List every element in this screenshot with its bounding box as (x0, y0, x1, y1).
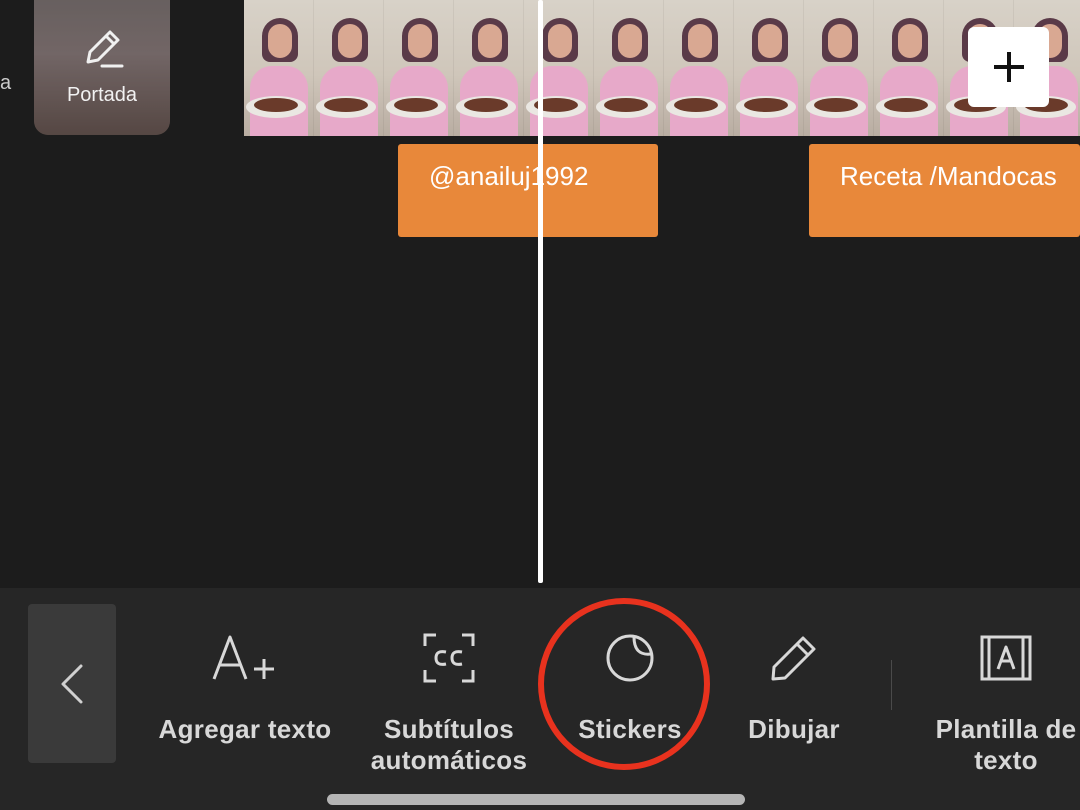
text-template-label-line2: texto (974, 745, 1038, 775)
pencil-line-icon (86, 30, 124, 68)
draw-label: Dibujar (748, 714, 840, 744)
add-clip-button[interactable] (968, 27, 1049, 107)
pencil-icon (771, 636, 816, 681)
video-frame-thumbnail (524, 0, 594, 136)
home-indicator (327, 794, 745, 805)
text-template-tool[interactable]: Plantilla de texto (906, 628, 1080, 776)
text-clip-label: @anailuj1992 (429, 161, 589, 191)
video-frame-thumbnail (664, 0, 734, 136)
auto-captions-label-line2: automáticos (370, 745, 528, 775)
cover-thumbnail[interactable]: Portada (34, 0, 170, 135)
video-film-strip[interactable] (244, 0, 1080, 136)
auto-captions-label-line1: Subtítulos (383, 714, 515, 744)
closed-captions-icon (423, 633, 475, 683)
playhead[interactable] (538, 0, 543, 583)
add-text-label: Agregar texto (158, 714, 332, 744)
chevron-left-icon (61, 664, 83, 703)
text-clip[interactable]: Receta /Mandocas (809, 144, 1080, 237)
draw-tool[interactable]: Dibujar (730, 628, 858, 745)
video-frame-thumbnail (734, 0, 804, 136)
auto-captions-tool[interactable]: Subtítulos automáticos (356, 628, 542, 776)
video-frame-thumbnail (804, 0, 874, 136)
text-clip-label: Receta /Mandocas (840, 161, 1057, 191)
video-frame-thumbnail (384, 0, 454, 136)
video-frame-thumbnail (314, 0, 384, 136)
add-text-tool[interactable]: Agregar texto (140, 628, 350, 745)
text-template-label-line1: Plantilla de (935, 714, 1077, 744)
plus-icon (993, 52, 1024, 82)
cover-label: Portada (66, 84, 138, 106)
video-frame-thumbnail (874, 0, 944, 136)
toolbar-divider (891, 660, 892, 710)
video-frame-thumbnail (244, 0, 314, 136)
timeline-area: a Portada @anailuj1992 Receta /Mandocas (0, 0, 1080, 588)
video-frame-thumbnail (594, 0, 664, 136)
offscreen-label-fragment: a (0, 72, 12, 94)
text-template-icon (980, 635, 1032, 681)
stickers-highlight-annotation (538, 598, 710, 770)
back-button[interactable] (28, 604, 116, 763)
text-add-icon (212, 635, 274, 680)
video-frame-thumbnail (454, 0, 524, 136)
text-clip[interactable]: @anailuj1992 (398, 144, 658, 237)
